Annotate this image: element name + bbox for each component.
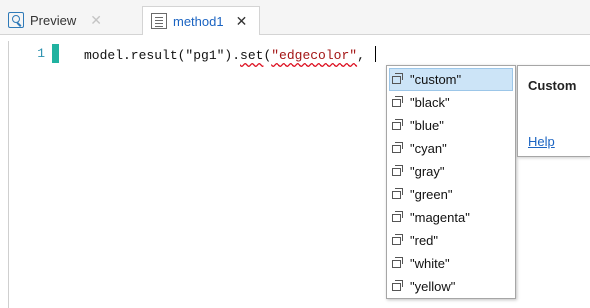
completion-item-label: "blue" bbox=[410, 118, 444, 133]
completion-item[interactable]: "black" bbox=[387, 91, 515, 114]
close-icon[interactable]: ✕ bbox=[90, 12, 102, 29]
completion-item[interactable]: "custom" bbox=[389, 68, 513, 91]
completion-item-label: "black" bbox=[410, 95, 450, 110]
change-marker bbox=[52, 44, 59, 63]
completion-item-label: "green" bbox=[410, 187, 453, 202]
value-icon bbox=[392, 72, 403, 84]
method-icon bbox=[151, 13, 167, 29]
code-string: "edgecolor" bbox=[271, 48, 358, 63]
completion-item[interactable]: "yellow" bbox=[387, 275, 515, 298]
completion-item-label: "custom" bbox=[410, 72, 462, 87]
completion-item[interactable]: "green" bbox=[387, 183, 515, 206]
completion-item[interactable]: "cyan" bbox=[387, 137, 515, 160]
line-gutter: 1 bbox=[9, 41, 59, 308]
tab-method1-label: method1 bbox=[173, 13, 224, 29]
completion-item-label: "cyan" bbox=[410, 141, 447, 156]
completion-item[interactable]: "magenta" bbox=[387, 206, 515, 229]
value-icon bbox=[392, 279, 403, 291]
tab-bar: Preview ✕ method1 ✕ bbox=[0, 0, 590, 35]
tab-method1[interactable]: method1 ✕ bbox=[142, 6, 260, 35]
line-number: 1 bbox=[37, 46, 45, 61]
value-icon bbox=[392, 164, 403, 176]
value-icon bbox=[392, 118, 403, 130]
tab-preview[interactable]: Preview ✕ bbox=[8, 7, 102, 33]
completion-item[interactable]: "blue" bbox=[387, 114, 515, 137]
completion-item[interactable]: "white" bbox=[387, 252, 515, 275]
documentation-panel: Custom Help bbox=[517, 65, 590, 157]
completion-item-label: "red" bbox=[410, 233, 439, 248]
code-segment: model.result("pg1"). bbox=[84, 48, 241, 63]
completion-item-label: "white" bbox=[410, 256, 450, 271]
value-icon bbox=[392, 141, 403, 153]
value-icon bbox=[392, 95, 403, 107]
code-segment: , bbox=[357, 48, 373, 63]
code-line[interactable]: model.result("pg1").set("edgecolor", bbox=[84, 46, 376, 63]
completion-item[interactable]: "gray" bbox=[387, 160, 515, 183]
completion-item-label: "magenta" bbox=[410, 210, 470, 225]
close-icon[interactable]: ✕ bbox=[236, 13, 248, 30]
value-icon bbox=[392, 256, 403, 268]
value-icon bbox=[392, 187, 403, 199]
value-icon bbox=[392, 210, 403, 222]
code-method: set bbox=[240, 48, 264, 63]
completion-item[interactable]: "red" bbox=[387, 229, 515, 252]
completion-item-label: "yellow" bbox=[410, 279, 456, 294]
completion-list[interactable]: "custom" "black" "blue" "cyan" "gray" "g… bbox=[386, 65, 516, 299]
value-icon bbox=[392, 233, 403, 245]
preview-icon bbox=[8, 12, 24, 28]
doc-title: Custom bbox=[528, 78, 577, 93]
completion-item-label: "gray" bbox=[410, 164, 445, 179]
text-caret bbox=[374, 46, 376, 62]
help-link[interactable]: Help bbox=[528, 134, 555, 149]
tab-preview-label: Preview bbox=[30, 12, 77, 28]
